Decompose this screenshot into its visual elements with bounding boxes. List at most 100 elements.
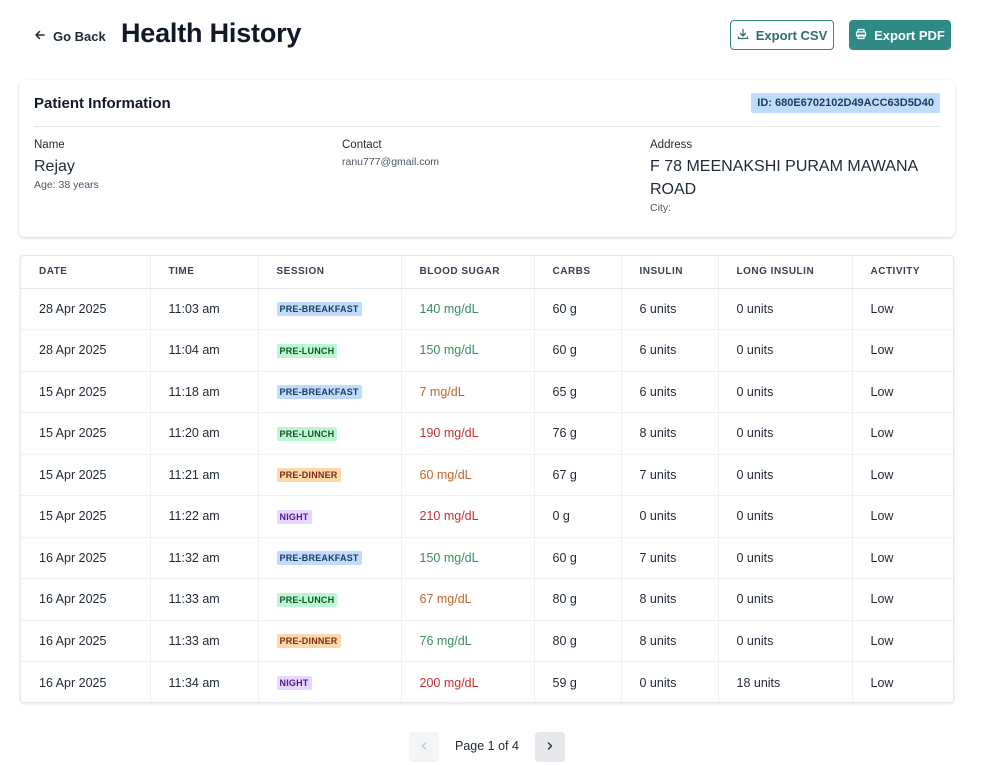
table-header-row: DATE TIME SESSION BLOOD SUGAR CARBS INSU… — [21, 256, 953, 289]
patient-address-line1: F 78 MEENAKSHI PURAM MAWANA — [650, 158, 919, 175]
carbs-cell: 60 g — [534, 288, 622, 330]
time-cell: 11:04 am — [150, 329, 259, 372]
column-header[interactable]: ACTIVITY — [852, 256, 953, 289]
column-header[interactable]: LONG INSULIN — [718, 256, 853, 289]
page-title: Health History — [121, 18, 302, 48]
long-insulin-cell: 0 units — [718, 412, 853, 455]
insulin-cell: 8 units — [621, 620, 719, 662]
session-cell: PRE-BREAKFAST — [258, 371, 402, 413]
table-row[interactable]: 15 Apr 2025 11:22 am NIGHT 210 mg/dL 0 g0 un… — [21, 495, 953, 538]
blood-sugar-cell: 190 mg/dL — [401, 412, 535, 455]
long-insulin-cell: 0 units — [718, 454, 853, 496]
export-pdf-button[interactable]: Export PDF — [849, 20, 951, 50]
export-csv-button[interactable]: Export CSV — [730, 20, 834, 50]
chevron-right-icon — [545, 738, 555, 756]
address-label: Address — [650, 139, 693, 151]
arrow-left-icon — [34, 29, 46, 44]
session-badge: NIGHT — [276, 676, 312, 690]
session-cell: PRE-DINNER — [258, 620, 402, 662]
table-row[interactable]: 16 Apr 2025 11:32 am PRE-BREAKFAST 150 mg/d… — [21, 537, 953, 579]
insulin-cell: 6 units — [621, 371, 719, 413]
date-cell: 28 Apr 2025 — [21, 288, 151, 330]
insulin-cell: 8 units — [621, 412, 719, 455]
page-indicator: Page 1 of 4 — [455, 739, 519, 753]
table-row[interactable]: 16 Apr 2025 11:33 am PRE-DINNER 76 mg/dL 80 … — [21, 620, 953, 662]
session-cell: NIGHT — [258, 495, 402, 538]
blood-sugar-cell: 150 mg/dL — [401, 329, 535, 372]
date-cell: 16 Apr 2025 — [21, 537, 151, 579]
blood-sugar-cell: 7 mg/dL — [401, 371, 535, 413]
insulin-cell: 6 units — [621, 288, 719, 330]
carbs-cell: 60 g — [534, 329, 622, 372]
insulin-cell: 7 units — [621, 454, 719, 496]
next-page-button[interactable] — [535, 732, 565, 762]
contact-label: Contact — [342, 139, 382, 151]
carbs-cell: 67 g — [534, 454, 622, 496]
time-cell: 11:33 am — [150, 620, 259, 662]
table-row[interactable]: 15 Apr 2025 11:18 am PRE-BREAKFAST 7 mg/dL 6… — [21, 371, 953, 413]
table-row[interactable]: 15 Apr 2025 11:20 am PRE-LUNCH 190 mg/dL 76 … — [21, 412, 953, 455]
activity-cell: Low — [852, 371, 953, 413]
date-cell: 15 Apr 2025 — [21, 412, 151, 455]
column-header[interactable]: BLOOD SUGAR — [401, 256, 535, 289]
activity-cell: Low — [870, 675, 894, 690]
carbs-cell: 60 g — [534, 537, 622, 579]
long-insulin-cell: 0 units — [718, 495, 853, 538]
session-badge: PRE-LUNCH — [276, 426, 338, 441]
activity-cell: Low — [852, 620, 953, 662]
insulin-cell: 0 units — [621, 495, 719, 538]
patient-city: City: — [650, 202, 671, 214]
blood-sugar-cell: 67 mg/dL — [401, 578, 535, 621]
session-badge: PRE-LUNCH — [276, 343, 338, 358]
previous-page-button[interactable] — [409, 732, 439, 762]
card-divider — [34, 126, 940, 127]
blood-sugar-cell: 210 mg/dL — [401, 495, 535, 538]
table-row[interactable]: 16 Apr 2025 11:34 am NIGHT 200 mg/dL 59 g0 u… — [21, 661, 953, 702]
health-history-table: DATE TIME SESSION BLOOD SUGAR CARBS INSU… — [20, 255, 954, 703]
session-cell: PRE-BREAKFAST — [258, 537, 402, 579]
insulin-cell: 8 units — [621, 578, 719, 621]
patient-info-title: Patient Information — [34, 95, 171, 112]
long-insulin-cell: 0 units — [718, 578, 853, 621]
patient-contact: ranu777@gmail.com — [342, 156, 440, 168]
column-header[interactable]: SESSION — [258, 256, 402, 289]
time-cell: 11:21 am — [150, 454, 259, 496]
column-header[interactable]: TIME — [150, 256, 259, 289]
date-cell: 15 Apr 2025 — [21, 371, 151, 413]
session-cell: PRE-DINNER — [258, 454, 402, 496]
session-badge: PRE-BREAKFAST — [276, 302, 362, 317]
chevron-left-icon — [419, 738, 429, 756]
table-row[interactable]: 16 Apr 2025 11:33 am PRE-LUNCH 67 mg/dL 80 g… — [21, 578, 953, 621]
download-icon — [737, 28, 749, 43]
activity-cell: Low — [852, 454, 953, 496]
long-insulin-cell: 0 units — [718, 537, 853, 579]
patient-age: Age: 38 years — [34, 179, 99, 191]
table-row[interactable]: 28 Apr 2025 11:04 am PRE-LUNCH 150 mg/dL 60 … — [21, 329, 953, 372]
time-cell: 11:34 am — [150, 661, 259, 702]
carbs-cell: 80 g — [534, 578, 622, 621]
patient-info-card: Patient Information ID: 680E6702102D49AC… — [19, 80, 955, 237]
activity-cell: Low — [852, 578, 953, 621]
time-cell: 11:03 am — [150, 288, 259, 330]
table-row[interactable]: 28 Apr 2025 11:03 am PRE-BREAKFAST 140 mg/d… — [21, 288, 953, 330]
column-header[interactable]: INSULIN — [621, 256, 719, 289]
long-insulin-cell: 0 units — [718, 288, 853, 330]
insulin-cell: 7 units — [621, 537, 719, 579]
time-cell: 11:32 am — [150, 537, 259, 579]
column-header[interactable]: DATE — [21, 256, 151, 289]
session-cell: PRE-BREAKFAST — [258, 288, 402, 330]
table-row[interactable]: 15 Apr 2025 11:21 am PRE-DINNER 60 mg/dL 67 … — [21, 454, 953, 496]
session-badge: PRE-DINNER — [276, 634, 341, 649]
date-cell: 15 Apr 2025 — [21, 454, 151, 496]
session-badge: PRE-BREAKFAST — [276, 385, 362, 400]
session-badge: PRE-BREAKFAST — [276, 551, 362, 566]
activity-cell: Low — [852, 288, 953, 330]
column-header[interactable]: CARBS — [534, 256, 622, 289]
long-insulin-cell: 18 units — [718, 661, 853, 702]
carbs-cell: 59 g — [534, 661, 622, 702]
session-cell: PRE-LUNCH — [258, 329, 402, 372]
session-cell: PRE-LUNCH — [258, 578, 402, 621]
go-back-link[interactable]: Go Back — [34, 27, 106, 45]
date-cell: 28 Apr 2025 — [21, 329, 151, 372]
time-cell: 11:22 am — [150, 495, 259, 538]
